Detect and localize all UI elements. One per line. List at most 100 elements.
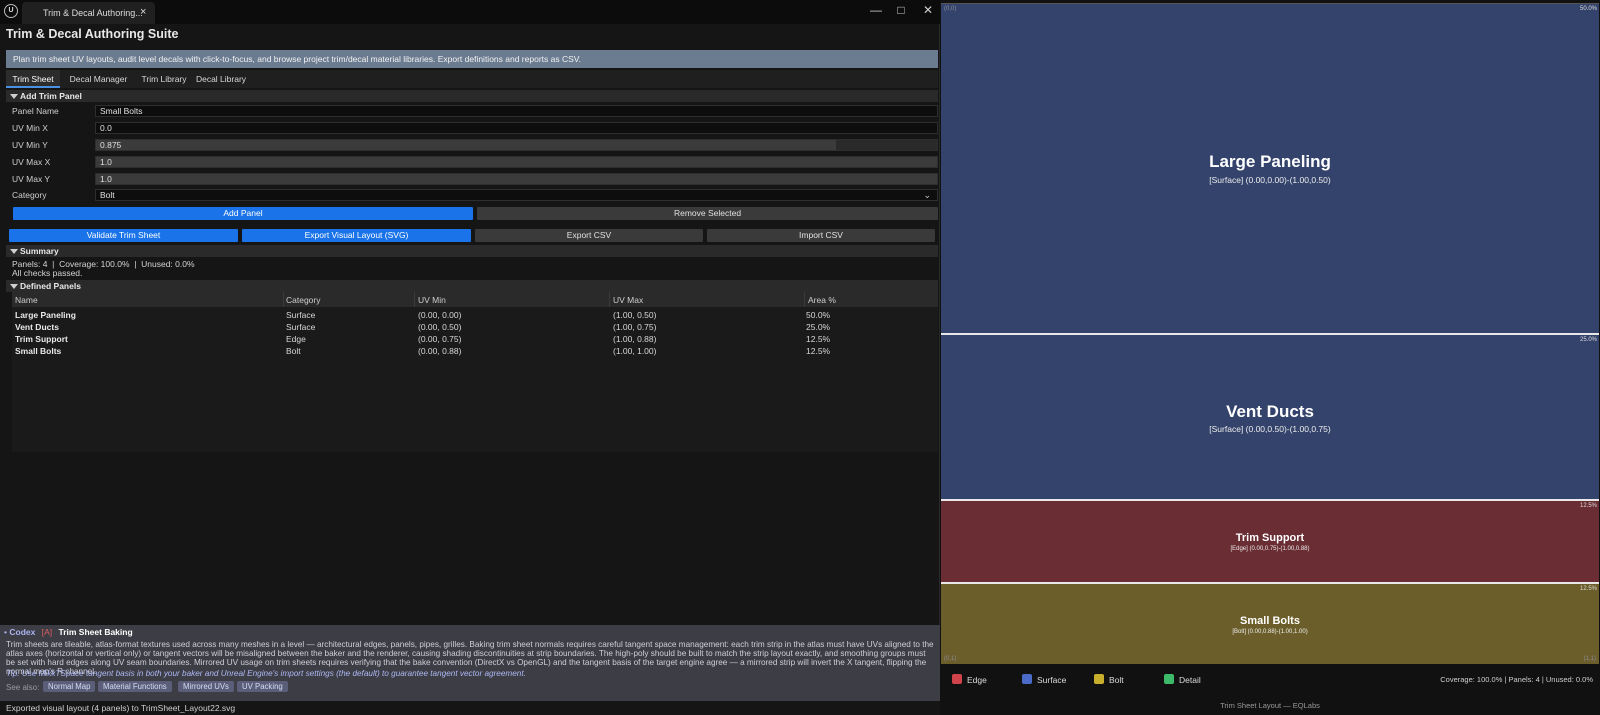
export-svg-button[interactable]: Export Visual Layout (SVG): [242, 229, 471, 242]
tab-trim-sheet[interactable]: Trim Sheet: [6, 70, 60, 88]
slider-fill: [96, 140, 836, 150]
panel-percent: 12.5%: [1579, 503, 1597, 509]
cell-area: 12.5%: [806, 334, 831, 344]
layout-panel-vent-ducts[interactable]: 25.0% Vent Ducts [Surface] (0.00,0.50)-(…: [941, 335, 1599, 500]
see-also-link[interactable]: UV Packing: [237, 681, 288, 692]
cell-area: 12.5%: [806, 346, 831, 356]
cell-uv-max: (1.00, 0.75): [613, 322, 657, 332]
section-title: Defined Panels: [20, 281, 81, 291]
uv-origin-label: (0,0): [944, 6, 957, 12]
bullet-icon: •: [4, 627, 7, 637]
panel-name-input[interactable]: Small Bolts: [95, 105, 938, 117]
minimize-icon[interactable]: —: [868, 3, 884, 17]
layout-panel-small-bolts[interactable]: 12.5% Small Bolts [Bolt] (0.00,0.88)-(1.…: [941, 584, 1599, 664]
codex-tag: [A]: [41, 627, 53, 637]
legend-label: Bolt: [1109, 675, 1124, 685]
table-row[interactable]: Small Bolts Bolt (0.00, 0.88) (1.00, 1.0…: [12, 346, 938, 358]
table-row[interactable]: Vent Ducts Surface (0.00, 0.50) (1.00, 0…: [12, 322, 938, 334]
cell-name: Vent Ducts: [15, 322, 59, 332]
collapse-triangle-icon: [10, 284, 18, 289]
cell-category: Bolt: [286, 346, 301, 356]
close-window-icon[interactable]: ✕: [920, 3, 936, 17]
see-also-link[interactable]: Mirrored UVs: [178, 681, 234, 692]
cell-uv-min: (0.00, 0.88): [418, 346, 462, 356]
cell-name: Trim Support: [15, 334, 68, 344]
trim-sheet-canvas[interactable]: 50.0% (0,0) Large Paneling [Surface] (0.…: [941, 3, 1599, 664]
column-separator[interactable]: [609, 292, 610, 307]
tab-bar: Trim Sheet Decal Manager Trim Library De…: [6, 70, 938, 88]
cell-uv-min: (0.00, 0.75): [418, 334, 462, 344]
document-tab-label: Trim & Decal Authoring...: [43, 8, 143, 18]
column-header-uv-min[interactable]: UV Min: [418, 295, 446, 305]
table-row[interactable]: Trim Support Edge (0.00, 0.75) (1.00, 0.…: [12, 334, 938, 346]
see-also-link[interactable]: Material Functions: [98, 681, 172, 692]
cell-category: Edge: [286, 334, 306, 344]
uv-max-y-value: 1.0: [100, 174, 112, 184]
cell-category: Surface: [286, 322, 316, 332]
column-header-uv-max[interactable]: UV Max: [613, 295, 643, 305]
legend-label: Detail: [1179, 675, 1201, 685]
cell-uv-max: (1.00, 1.00): [613, 346, 657, 356]
maximize-icon[interactable]: □: [893, 3, 909, 17]
document-tab[interactable]: Trim & Decal Authoring... ×: [22, 2, 155, 24]
import-csv-button[interactable]: Import CSV: [707, 229, 935, 242]
layout-panel-trim-support[interactable]: 12.5% Trim Support [Edge] (0.00,0.75)-(1…: [941, 501, 1599, 582]
export-csv-button[interactable]: Export CSV: [475, 229, 703, 242]
table-row[interactable]: Large Paneling Surface (0.00, 0.00) (1.0…: [12, 310, 938, 322]
layout-stats: Coverage: 100.0% | Panels: 4 | Unused: 0…: [1440, 675, 1593, 684]
category-dropdown[interactable]: Bolt ⌄: [95, 189, 938, 201]
column-header-area[interactable]: Area %: [808, 295, 836, 305]
layout-footer: Trim Sheet Layout — EQLabs: [1220, 701, 1320, 710]
panel-name: Large Paneling: [1209, 152, 1331, 171]
column-header-name[interactable]: Name: [15, 295, 38, 305]
cell-uv-max: (1.00, 0.50): [613, 310, 657, 320]
panel-percent: 50.0%: [1579, 6, 1597, 12]
uv-max-x-label: UV Max X: [12, 157, 51, 167]
tab-close-icon[interactable]: ×: [140, 6, 146, 18]
tab-decal-manager[interactable]: Decal Manager: [60, 70, 137, 88]
summary-header[interactable]: Summary: [6, 245, 938, 257]
uv-min-x-label: UV Min X: [12, 123, 48, 133]
column-separator[interactable]: [283, 292, 284, 307]
codex-header[interactable]: • Codex [A] Trim Sheet Baking: [4, 627, 133, 637]
panel-name: Small Bolts: [1240, 615, 1300, 627]
panel-name: Trim Support: [1235, 532, 1305, 544]
info-banner: Plan trim sheet UV layouts, audit level …: [6, 50, 938, 68]
tab-decal-library[interactable]: Decal Library: [188, 70, 254, 88]
defined-panels-header[interactable]: Defined Panels: [6, 280, 938, 292]
legend-swatch-edge: [952, 674, 962, 684]
codex-tip: Tip: Use MikkTSpace tangent basis in bot…: [6, 669, 526, 678]
cell-area: 50.0%: [806, 310, 831, 320]
legend-swatch-detail: [1164, 674, 1174, 684]
add-trim-panel-header[interactable]: Add Trim Panel: [6, 90, 938, 102]
validate-trim-sheet-button[interactable]: Validate Trim Sheet: [9, 229, 238, 242]
panel-percent: 25.0%: [1579, 337, 1597, 343]
title-bar: U Trim & Decal Authoring... × — □ ✕: [0, 0, 940, 24]
layout-panel-large-paneling[interactable]: 50.0% (0,0) Large Paneling [Surface] (0.…: [941, 4, 1599, 334]
uv-corner-label: (0,1): [944, 656, 957, 662]
unreal-logo-icon: U: [4, 4, 18, 18]
see-also-label: See also:: [6, 683, 40, 692]
cell-uv-max: (1.00, 0.88): [613, 334, 657, 344]
cell-name: Large Paneling: [15, 310, 76, 320]
panel-info: [Edge] (0.00,0.75)-(1.00,0.88): [1230, 546, 1310, 552]
layout-preview: 50.0% (0,0) Large Paneling [Surface] (0.…: [940, 0, 1600, 715]
panel-info: [Surface] (0.00,0.00)-(1.00,0.50): [1209, 175, 1331, 185]
column-separator[interactable]: [804, 292, 805, 307]
column-header-category[interactable]: Category: [286, 295, 321, 305]
panel-name: Vent Ducts: [1226, 402, 1314, 421]
category-label: Category: [12, 190, 47, 200]
section-title: Summary: [20, 246, 59, 256]
panel-name-label: Panel Name: [12, 106, 59, 116]
see-also-link[interactable]: Normal Map: [43, 681, 96, 692]
column-separator[interactable]: [414, 292, 415, 307]
uv-min-x-value: 0.0: [100, 123, 112, 133]
collapse-triangle-icon: [10, 249, 18, 254]
uv-max-x-slider[interactable]: 1.0: [95, 156, 938, 168]
uv-max-y-slider[interactable]: 1.0: [95, 173, 938, 185]
uv-min-y-slider[interactable]: 0.875: [95, 139, 938, 151]
uv-min-x-input[interactable]: 0.0: [95, 122, 938, 134]
add-panel-button[interactable]: Add Panel: [13, 207, 473, 220]
remove-selected-button[interactable]: Remove Selected: [477, 207, 938, 220]
cell-category: Surface: [286, 310, 316, 320]
